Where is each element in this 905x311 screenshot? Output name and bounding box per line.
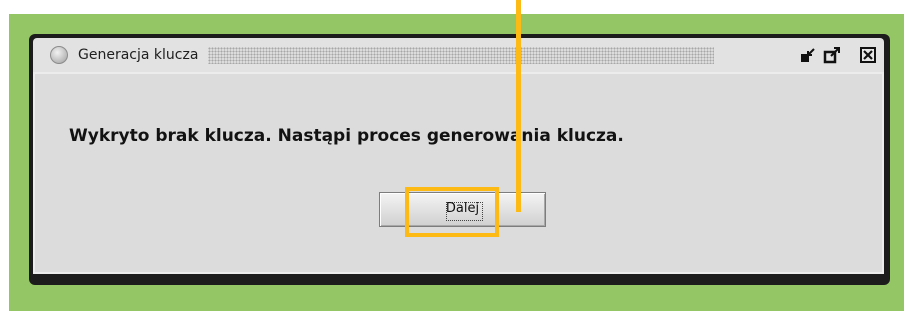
window-controls bbox=[798, 38, 884, 72]
maximize-icon[interactable] bbox=[822, 45, 842, 65]
dialog-message: Wykryto brak klucza. Nastąpi proces gene… bbox=[69, 126, 624, 146]
next-button-label: Dalej bbox=[445, 201, 480, 216]
close-icon[interactable] bbox=[858, 45, 878, 65]
title-bar-grip bbox=[208, 46, 715, 64]
minimize-icon[interactable] bbox=[798, 45, 818, 65]
window-title: Generacja klucza bbox=[78, 47, 199, 63]
next-button[interactable]: Dalej bbox=[379, 192, 546, 227]
dialog-window: Generacja klucza Wykryto brak klucza. Na… bbox=[29, 34, 890, 285]
dialog-body: Wykryto brak klucza. Nastąpi proces gene… bbox=[33, 72, 884, 274]
window-menu-icon[interactable] bbox=[50, 46, 68, 64]
title-bar[interactable]: Generacja klucza bbox=[33, 38, 884, 72]
